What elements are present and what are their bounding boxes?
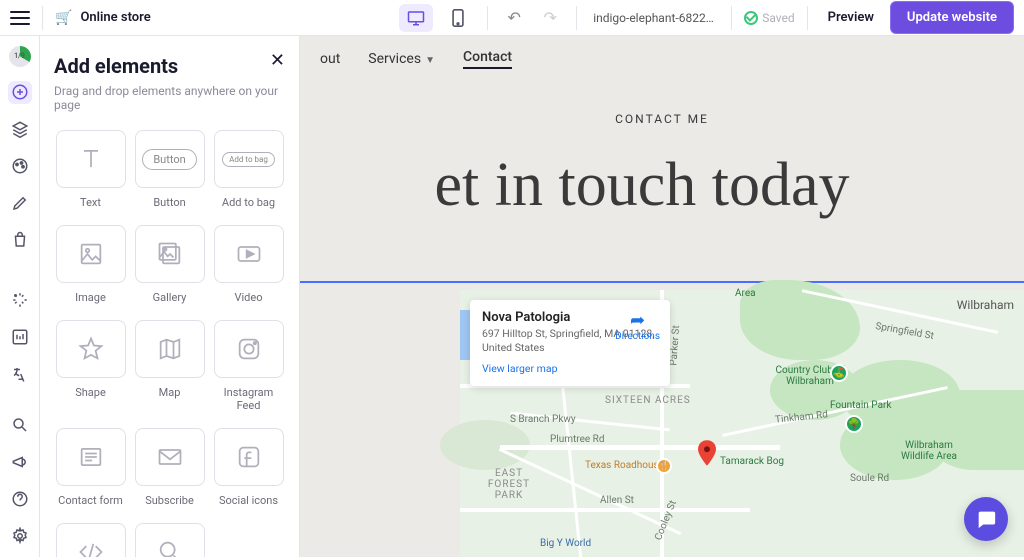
map-label: Parker St <box>668 325 682 366</box>
saved-label: Saved <box>762 11 794 25</box>
directions-button[interactable]: ➦ Directions <box>615 310 660 342</box>
map-label: Wilbraham Wildlife Area <box>894 440 964 462</box>
panel-title: Add elements <box>54 54 285 78</box>
divider <box>487 6 488 30</box>
map-label: Springfield St <box>874 321 934 342</box>
map-label: EAST FOREST PARK <box>474 468 544 501</box>
redo-button: ↷ <box>536 4 564 32</box>
map-pin-icon <box>698 440 716 466</box>
site-nav: out Services▼ Contact <box>300 36 1024 82</box>
chat-fab[interactable] <box>964 497 1008 541</box>
site-url[interactable]: indigo-elephant-682294.buil… <box>589 11 719 25</box>
cart-icon: 🛒 <box>55 10 72 26</box>
element-subscribe[interactable]: Subscribe <box>133 428 206 517</box>
nav-about[interactable]: out <box>320 51 340 67</box>
panel-subtitle: Drag and drop elements anywhere on your … <box>54 84 285 112</box>
preview-button[interactable]: Preview <box>820 10 882 25</box>
element-image[interactable]: Image <box>54 225 127 314</box>
element-instagram[interactable]: Instagram Feed <box>212 320 285 422</box>
divider <box>807 6 808 30</box>
analytics-tool[interactable] <box>8 326 32 349</box>
desktop-device-button[interactable] <box>399 4 433 32</box>
map-label: SIXTEEN ACRES <box>605 395 691 406</box>
language-tool[interactable] <box>8 363 32 386</box>
element-embed[interactable] <box>54 523 127 557</box>
element-add-to-bag[interactable]: Add to bagAdd to bag <box>212 130 285 219</box>
save-status: Saved <box>744 11 794 25</box>
element-button[interactable]: ButtonButton <box>133 130 206 219</box>
store-label: Online store <box>80 10 150 25</box>
element-shape[interactable]: Shape <box>54 320 127 422</box>
map-info-card: Nova Patologia 697 Hilltop St, Springfie… <box>470 300 670 386</box>
element-map[interactable]: Map <box>133 320 206 422</box>
add-element-tool[interactable] <box>8 81 32 104</box>
restaurant-poi-icon: 🍴 <box>656 458 672 474</box>
divider <box>731 6 732 30</box>
ai-tool[interactable] <box>8 289 32 312</box>
park-poi-icon: 🌳 <box>845 415 863 433</box>
park-poi-icon: ⛳ <box>830 364 848 382</box>
element-video[interactable]: Video <box>212 225 285 314</box>
map-label: Big Y World <box>540 538 591 549</box>
theme-tool[interactable] <box>8 155 32 178</box>
map-label: Plumtree Rd <box>550 434 604 445</box>
hero-title[interactable]: et in touch today <box>300 150 1024 221</box>
divider <box>576 6 577 30</box>
update-website-button[interactable]: Update website <box>890 1 1014 34</box>
mobile-device-button[interactable] <box>441 4 475 32</box>
map-label: Tamarack Bog <box>720 456 784 467</box>
announce-tool[interactable] <box>8 450 32 473</box>
undo-button[interactable]: ↶ <box>500 4 528 32</box>
map-label: Area <box>735 288 756 299</box>
chevron-down-icon: ▼ <box>425 55 435 66</box>
map-embed[interactable]: Wilbraham Springfield St Country Club of… <box>460 290 1024 557</box>
divider <box>42 6 43 30</box>
menu-toggle[interactable] <box>10 11 30 25</box>
settings-tool[interactable] <box>8 524 32 547</box>
check-icon <box>744 11 758 25</box>
close-panel-button[interactable]: ✕ <box>270 50 285 71</box>
nav-services[interactable]: Services▼ <box>368 51 435 67</box>
store-tool[interactable] <box>8 228 32 251</box>
directions-icon: ➦ <box>615 310 660 331</box>
search-tool[interactable] <box>8 414 32 437</box>
map-label: Wilbraham <box>957 298 1014 312</box>
element-gallery[interactable]: Gallery <box>133 225 206 314</box>
map-label: Soule Rd <box>850 473 889 484</box>
nav-contact[interactable]: Contact <box>463 49 512 69</box>
element-search[interactable] <box>133 523 206 557</box>
map-label: Allen St <box>600 495 634 506</box>
element-contact-form[interactable]: Contact form <box>54 428 127 517</box>
help-tool[interactable] <box>8 487 32 510</box>
element-text[interactable]: Text <box>54 130 127 219</box>
progress-avatar[interactable] <box>9 46 31 67</box>
map-label: Texas Roadhouse <box>585 460 664 471</box>
layers-tool[interactable] <box>8 118 32 141</box>
view-larger-map-link[interactable]: View larger map <box>482 362 557 375</box>
map-label: Fountain Park <box>830 400 891 411</box>
element-social[interactable]: Social icons <box>212 428 285 517</box>
map-label: S Branch Pkwy <box>510 414 576 425</box>
edit-tool[interactable] <box>8 192 32 215</box>
hero-kicker: CONTACT ME <box>300 112 1024 126</box>
map-label: Tinkham Rd <box>775 409 829 425</box>
section-divider <box>300 281 1024 283</box>
